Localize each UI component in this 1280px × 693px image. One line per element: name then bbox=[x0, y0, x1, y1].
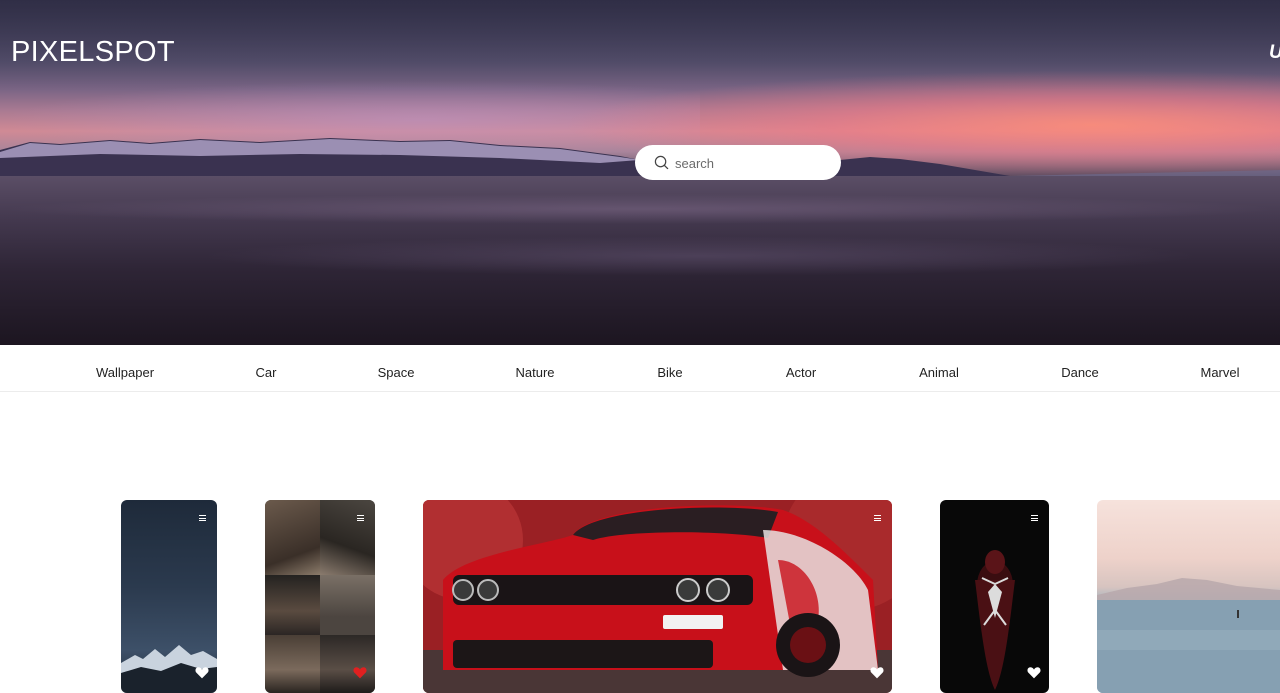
card-menu-icon[interactable] bbox=[1031, 515, 1038, 521]
nav-item-dance[interactable]: Dance bbox=[1061, 365, 1099, 380]
collage-photo bbox=[265, 635, 320, 693]
nav-item-car[interactable]: Car bbox=[256, 365, 277, 380]
cloud-band bbox=[0, 194, 1280, 224]
heart-icon[interactable] bbox=[195, 666, 209, 679]
mountain-image bbox=[121, 645, 217, 693]
cloud-band bbox=[200, 236, 1200, 276]
nav-item-actor[interactable]: Actor bbox=[786, 365, 816, 380]
wallpaper-card-mountain[interactable] bbox=[121, 500, 217, 693]
nav-item-wallpaper[interactable]: Wallpaper bbox=[96, 365, 154, 380]
wallpaper-card-spiderman[interactable] bbox=[940, 500, 1049, 693]
nav-item-space[interactable]: Space bbox=[378, 365, 415, 380]
card-menu-icon[interactable] bbox=[874, 515, 881, 521]
spiderman-image bbox=[975, 550, 1015, 690]
collage-photo bbox=[265, 575, 320, 635]
cloud-sea bbox=[0, 176, 1280, 345]
wallpaper-card-actor-collage[interactable] bbox=[265, 500, 375, 693]
search-bar[interactable] bbox=[635, 145, 841, 180]
search-input[interactable] bbox=[675, 153, 825, 173]
wallpaper-card-red-car[interactable] bbox=[423, 500, 892, 693]
hero-banner: PIXELSPOT U bbox=[0, 0, 1280, 345]
heart-icon[interactable] bbox=[870, 666, 884, 679]
truncated-header-link[interactable]: U bbox=[1269, 42, 1280, 64]
collage-photo bbox=[320, 500, 375, 575]
search-icon bbox=[654, 155, 669, 170]
car-image bbox=[423, 500, 892, 693]
heart-icon[interactable] bbox=[1027, 666, 1041, 679]
card-menu-icon[interactable] bbox=[199, 515, 206, 521]
collage-photo bbox=[320, 635, 375, 693]
collage-photo bbox=[265, 500, 320, 575]
nav-item-nature[interactable]: Nature bbox=[515, 365, 554, 380]
card-menu-icon[interactable] bbox=[357, 515, 364, 521]
sea-image bbox=[1097, 578, 1280, 693]
upper-clouds bbox=[0, 0, 1280, 90]
wallpaper-card-sea[interactable] bbox=[1097, 500, 1280, 693]
nav-item-bike[interactable]: Bike bbox=[657, 365, 682, 380]
heart-icon-liked[interactable] bbox=[353, 666, 367, 679]
category-nav: Wallpaper Car Space Nature Bike Actor An… bbox=[0, 345, 1280, 392]
site-logo[interactable]: PIXELSPOT bbox=[11, 36, 175, 69]
nav-item-marvel[interactable]: Marvel bbox=[1200, 365, 1239, 380]
collage-photo bbox=[320, 575, 375, 635]
nav-item-animal[interactable]: Animal bbox=[919, 365, 959, 380]
